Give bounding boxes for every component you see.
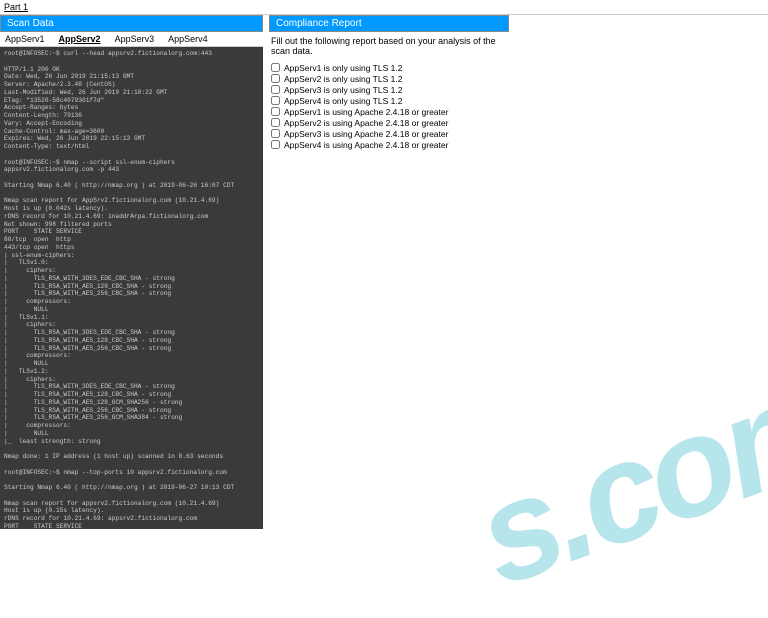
tab-appserv1[interactable]: AppServ1 bbox=[2, 33, 48, 45]
check-box-1[interactable] bbox=[271, 74, 280, 83]
check-label: AppServ1 is only using TLS 1.2 bbox=[284, 63, 402, 73]
right-panel: Compliance Report Fill out the following… bbox=[269, 15, 509, 529]
scan-data-header: Scan Data bbox=[0, 15, 263, 32]
check-item: AppServ4 is only using TLS 1.2 bbox=[269, 95, 509, 106]
check-label: AppServ3 is using Apache 2.4.18 or great… bbox=[284, 129, 448, 139]
part-label: Part 1 bbox=[0, 0, 768, 15]
check-label: AppServ4 is only using TLS 1.2 bbox=[284, 96, 402, 106]
check-item: AppServ2 is using Apache 2.4.18 or great… bbox=[269, 117, 509, 128]
check-item: AppServ3 is using Apache 2.4.18 or great… bbox=[269, 128, 509, 139]
terminal-output: root@INFOSEC:~$ curl --head appsrv2.fict… bbox=[0, 47, 263, 529]
check-item: AppServ4 is using Apache 2.4.18 or great… bbox=[269, 139, 509, 150]
check-label: AppServ2 is only using TLS 1.2 bbox=[284, 74, 402, 84]
compliance-checklist: AppServ1 is only using TLS 1.2AppServ2 i… bbox=[269, 60, 509, 152]
check-item: AppServ2 is only using TLS 1.2 bbox=[269, 73, 509, 84]
check-box-3[interactable] bbox=[271, 96, 280, 105]
check-item: AppServ1 is only using TLS 1.2 bbox=[269, 62, 509, 73]
check-label: AppServ4 is using Apache 2.4.18 or great… bbox=[284, 140, 448, 150]
check-label: AppServ2 is using Apache 2.4.18 or great… bbox=[284, 118, 448, 128]
check-box-5[interactable] bbox=[271, 118, 280, 127]
main-container: Scan Data AppServ1AppServ2AppServ3AppSer… bbox=[0, 15, 768, 529]
check-label: AppServ1 is using Apache 2.4.18 or great… bbox=[284, 107, 448, 117]
tab-appserv4[interactable]: AppServ4 bbox=[165, 33, 211, 45]
check-box-0[interactable] bbox=[271, 63, 280, 72]
check-box-4[interactable] bbox=[271, 107, 280, 116]
check-box-2[interactable] bbox=[271, 85, 280, 94]
check-label: AppServ3 is only using TLS 1.2 bbox=[284, 85, 402, 95]
check-box-7[interactable] bbox=[271, 140, 280, 149]
tab-appserv2[interactable]: AppServ2 bbox=[56, 33, 104, 45]
check-item: AppServ3 is only using TLS 1.2 bbox=[269, 84, 509, 95]
check-box-6[interactable] bbox=[271, 129, 280, 138]
compliance-header: Compliance Report bbox=[269, 15, 509, 32]
check-item: AppServ1 is using Apache 2.4.18 or great… bbox=[269, 106, 509, 117]
server-tabs: AppServ1 AppServ2 AppServ3 AppServ4 bbox=[0, 32, 263, 47]
compliance-note: Fill out the following report based on y… bbox=[269, 32, 509, 60]
tab-appserv3[interactable]: AppServ3 bbox=[112, 33, 158, 45]
left-panel: Scan Data AppServ1AppServ2AppServ3AppSer… bbox=[0, 15, 263, 529]
